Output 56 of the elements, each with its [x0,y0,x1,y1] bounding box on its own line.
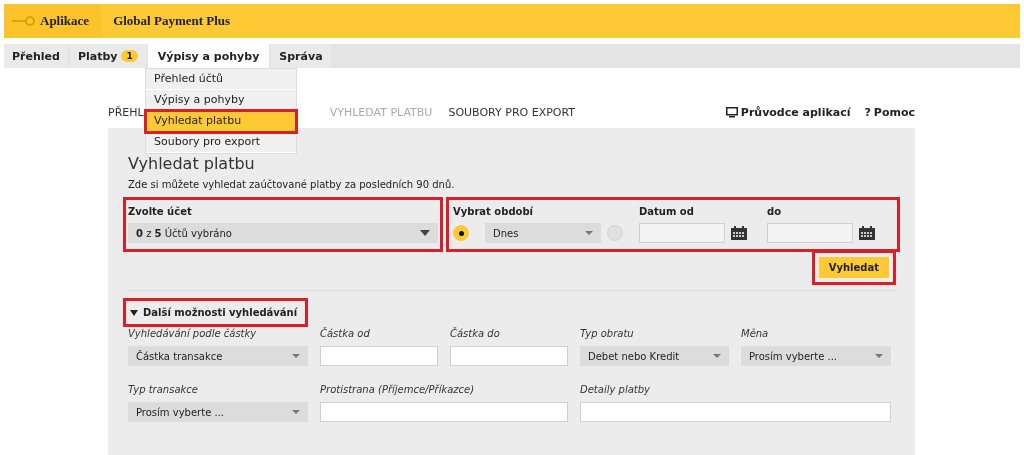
select-field[interactable]: Prosím vyberte ... [128,402,308,422]
caret-icon [875,354,883,358]
date-input[interactable] [639,223,725,243]
search-button[interactable]: Vyhledat [818,257,889,278]
caret-icon [420,230,430,236]
nav-tab[interactable]: Platby 1 [69,44,146,68]
field-label: Zvolte účet [128,206,193,217]
field-label: Vybrat období [453,206,534,217]
more-options-toggle[interactable]: Další možnosti vyhledávání [128,303,304,322]
monitor-icon [725,106,738,118]
caret-icon [292,354,300,358]
help-icon: ? [864,105,871,119]
field-label: Detaily platby [580,384,651,395]
field-label: Vyhledávání podle částky [128,328,258,339]
menu-item[interactable]: Soubory pro export [146,132,296,153]
select-field[interactable]: Prosím vyberte ... [741,346,891,366]
triangle-icon [130,309,138,316]
input-field[interactable] [320,402,568,422]
key-icon [12,16,36,26]
page-title: Vyhledat platbu [128,154,256,173]
field-label: Typ obratu [580,328,635,339]
menu-item[interactable]: Vyhledat platbu [146,111,296,132]
app-menu[interactable]: Aplikace [4,4,102,38]
calendar-icon[interactable] [859,226,875,240]
nav-tab[interactable]: Přehled [4,44,68,68]
input-field[interactable] [450,346,568,366]
header-link[interactable]: Průvodce aplikací [725,105,851,119]
caret-icon [713,354,721,358]
sub-tab[interactable]: PŘEHL [108,105,144,119]
field-label: do [767,206,783,217]
field-label: Protistrana (Příjemce/Příkazce) [320,384,476,395]
period-select[interactable]: Dnes [485,223,601,243]
select-field[interactable]: Částka transakce [128,346,308,366]
input-field[interactable] [320,346,438,366]
select-field[interactable]: Debet nebo Kredit [580,346,729,366]
header-link[interactable]: ? Pomoc [864,105,915,119]
date-input[interactable] [767,223,853,243]
nav-tab[interactable]: Výpisy a pohyby [147,44,270,68]
sub-tab[interactable]: SOUBORY PRO EXPORT [448,105,576,119]
field-label: Datum od [639,206,695,217]
caret-icon [585,231,593,235]
calendar-icon[interactable] [731,226,747,240]
caret-icon [292,410,300,414]
field-label: Typ transakce [128,384,199,395]
app-title: Global Payment Plus [112,13,231,29]
nav-tab[interactable]: Správa [271,44,331,68]
radio-button[interactable] [453,225,469,241]
radio-button[interactable] [607,225,623,241]
menu-item[interactable]: Přehled účtů [146,69,296,90]
account-select[interactable]: 0 z 5 Účtů vybráno [128,223,438,243]
field-label: Částka od [320,328,371,339]
field-label: Měna [741,328,770,339]
count-badge: 1 [121,50,138,62]
page-description: Zde si můžete vyhledat zaúčtované platby za posledních 90 dnů. [128,179,456,190]
field-label: Částka do [450,328,501,339]
input-field[interactable] [580,402,891,422]
